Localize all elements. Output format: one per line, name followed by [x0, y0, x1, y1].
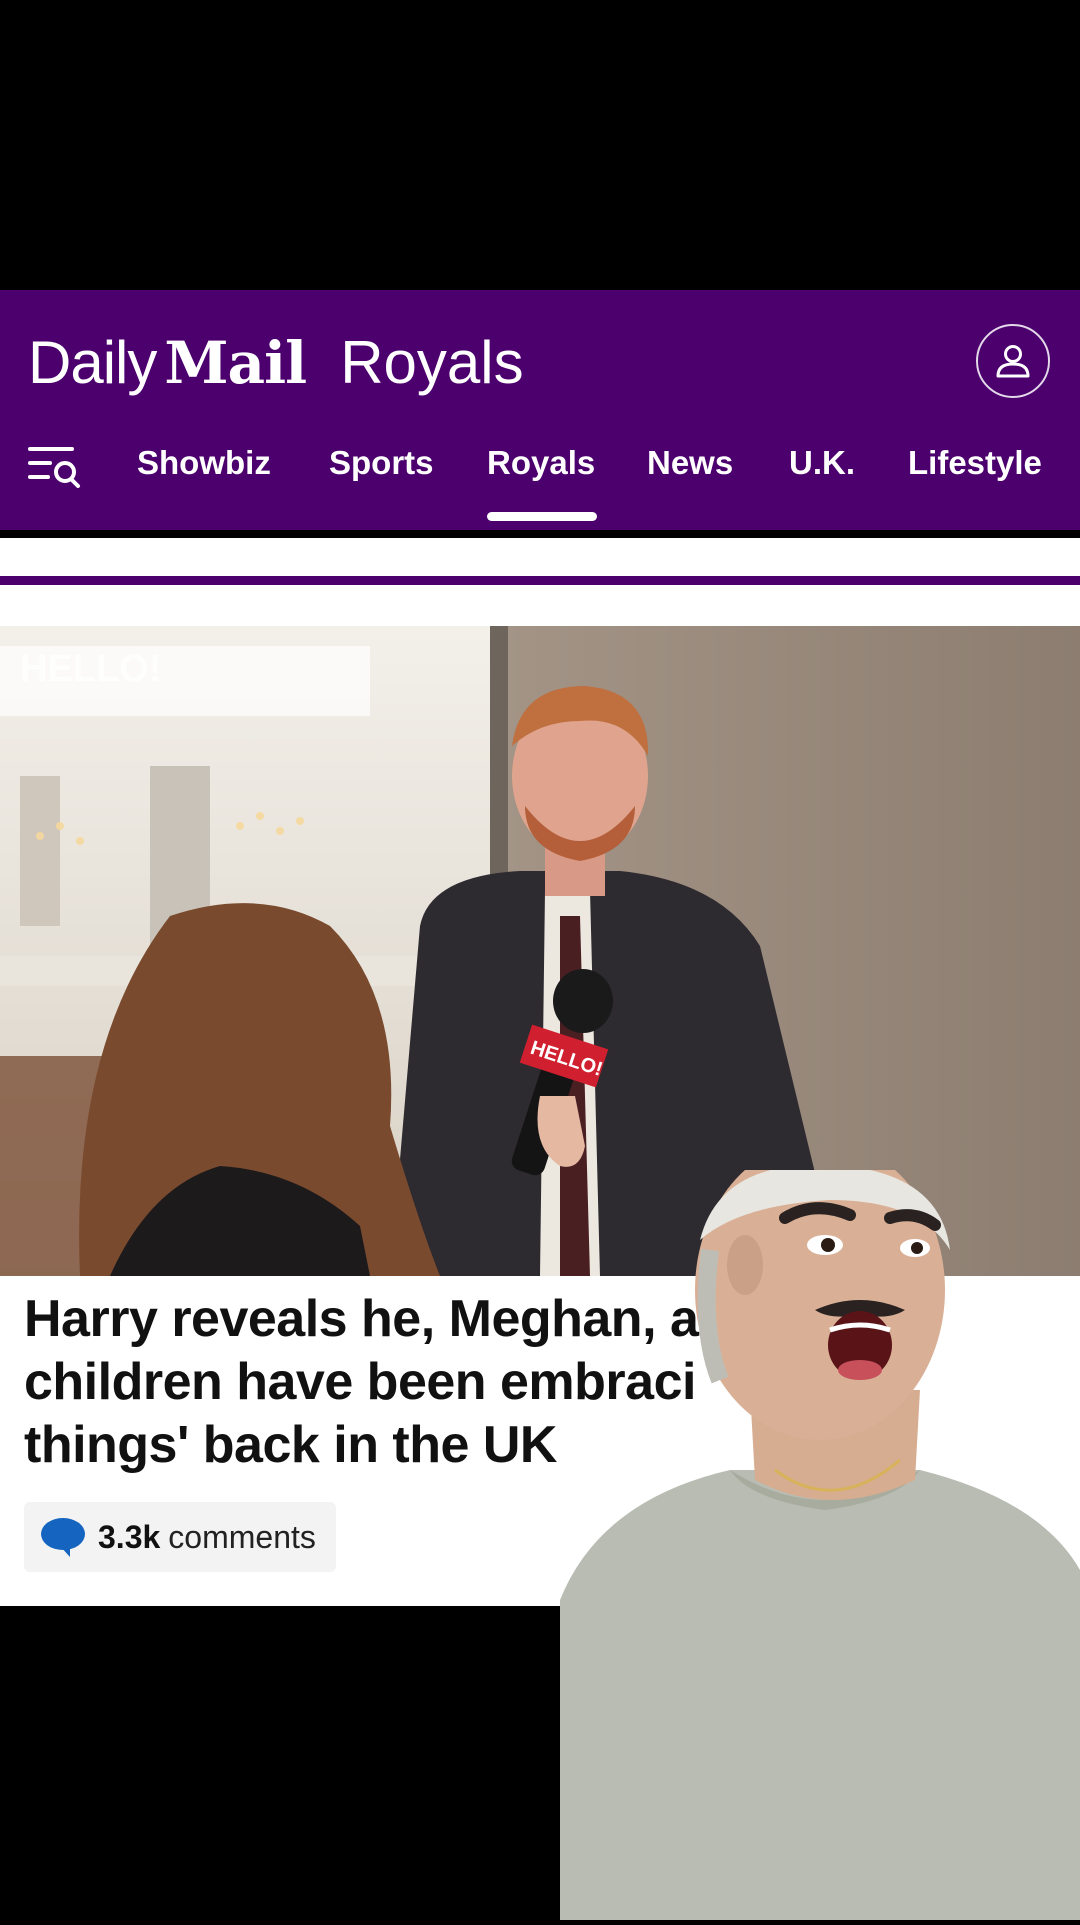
nav-item-news[interactable]: News [647, 444, 733, 482]
nav-item-showbiz[interactable]: Showbiz [137, 444, 271, 482]
purple-divider [0, 576, 1080, 585]
section-nav: Showbiz Sports Royals News U.K. Lifestyl… [0, 426, 1080, 506]
comments-label: comments [168, 1518, 316, 1555]
user-icon [996, 345, 1030, 378]
nav-item-lifestyle[interactable]: Lifestyle [908, 444, 1042, 482]
account-button[interactable] [976, 324, 1050, 398]
section-title: Royals [340, 329, 524, 396]
hello-watermark: HELLO! [20, 648, 161, 690]
active-tab-indicator [487, 512, 597, 521]
top-letterbox [0, 0, 1080, 290]
site-header: Daily Mail Royals Showbiz Sports Royals … [0, 290, 1080, 530]
nav-item-uk[interactable]: U.K. [789, 444, 855, 482]
speech-bubble-icon [41, 1518, 85, 1557]
nav-item-royals[interactable]: Royals [487, 444, 595, 482]
brand-daily: Daily [28, 329, 157, 396]
comments-button[interactable]: 3.3k comments [24, 1502, 336, 1572]
brand-mail: Mail [164, 329, 307, 397]
creator-cutout [560, 1140, 1080, 1920]
menu-search-icon[interactable] [28, 444, 82, 488]
header-divider [0, 530, 1080, 538]
creator-overlay [560, 1140, 1080, 1920]
site-logo[interactable]: Daily Mail Royals [28, 328, 524, 397]
nav-item-sports[interactable]: Sports [329, 444, 434, 482]
comments-count: 3.3k [98, 1518, 161, 1555]
